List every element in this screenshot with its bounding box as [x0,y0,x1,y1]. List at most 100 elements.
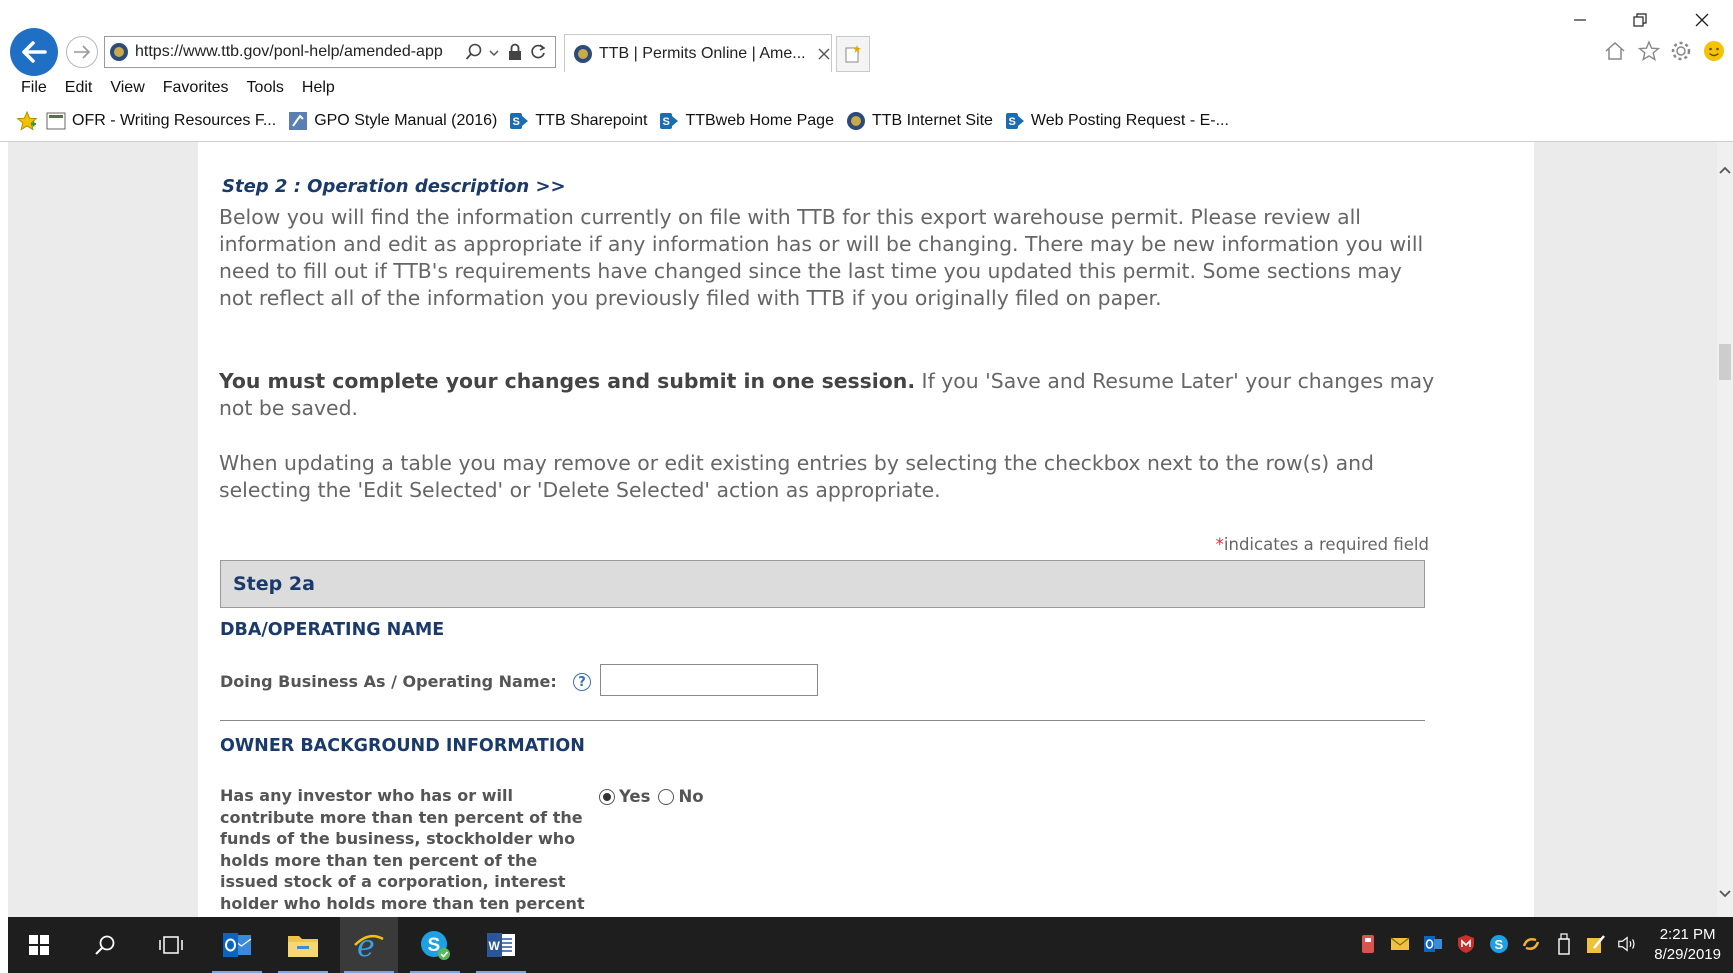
tray-volume[interactable] [1617,931,1639,957]
taskbar-word[interactable]: W [472,917,530,973]
tray-mcafee[interactable] [1455,931,1477,957]
clock-date: 8/29/2019 [1654,946,1721,963]
close-icon [1695,13,1709,27]
radio-no-label[interactable]: No [678,787,703,806]
favorite-ttb-internet-site[interactable]: TTB Internet Site [846,111,993,131]
page-content-area: Step 2 : Operation description >> Below … [198,142,1534,917]
tab-permits-online[interactable]: TTB | Permits Online | Ame... [564,34,832,72]
favorite-ttbweb-home[interactable]: S TTBweb Home Page [659,111,834,131]
forward-button[interactable] [66,36,98,68]
favorite-label: GPO Style Manual (2016) [314,112,498,129]
add-favorites-button[interactable] [16,110,38,132]
close-window-button[interactable] [1682,6,1722,34]
favorites-bar: OFR - Writing Resources F... GPO Style M… [0,108,1241,134]
tray-outlook[interactable] [1422,931,1444,957]
menu-edit[interactable]: Edit [56,76,102,100]
favorite-web-posting-request[interactable]: S Web Posting Request - E-... [1005,111,1229,131]
sync-icon [1522,938,1540,950]
feedback-button[interactable] [1701,38,1727,64]
device-icon [1558,933,1570,955]
radio-yes[interactable] [599,788,615,805]
scroll-up-icon[interactable] [1717,162,1733,178]
skype-icon: S [421,931,450,960]
favorite-ttb-sharepoint[interactable]: S TTB Sharepoint [509,111,647,131]
new-tab-icon [845,45,861,63]
task-view-button[interactable] [142,917,200,973]
required-star: * [1215,535,1224,554]
dba-field-label: Doing Business As / Operating Name: [220,672,557,691]
url-text[interactable]: https://www.ttb.gov/ponl-help/amended-ap… [135,43,465,61]
minimize-button[interactable] [1560,6,1600,34]
minimize-icon [1574,19,1586,21]
back-arrow-icon [22,41,47,63]
taskbar-skype[interactable]: S [406,917,464,973]
restore-button[interactable] [1620,6,1660,34]
dba-section-title: DBA/OPERATING NAME [220,620,445,640]
dba-name-input[interactable] [600,664,818,696]
taskbar-outlook[interactable] [208,917,266,973]
chevron-down-icon[interactable] [487,43,501,61]
radio-yes-label[interactable]: Yes [619,787,650,806]
page-viewport: Step 2 : Operation description >> Below … [8,142,1717,917]
usb-drive-icon [1362,935,1374,953]
ttb-seal-icon [846,111,866,131]
start-button[interactable] [10,917,68,973]
tray-skype[interactable]: S [1488,931,1510,957]
favorite-label: TTB Internet Site [871,112,993,129]
tools-button[interactable] [1668,38,1694,64]
favorite-gpo-style-manual[interactable]: GPO Style Manual (2016) [288,111,497,131]
new-tab-button[interactable] [836,36,870,72]
svg-text:S: S [1495,937,1504,952]
favorite-label: TTB Sharepoint [535,112,648,129]
refresh-icon[interactable] [529,43,547,61]
menu-view[interactable]: View [101,76,153,100]
address-bar[interactable]: https://www.ttb.gov/ponl-help/amended-ap… [104,36,556,68]
taskbar-file-explorer[interactable] [274,917,332,973]
svg-text:W: W [489,939,501,953]
menu-tools[interactable]: Tools [238,76,293,100]
mail-icon [1390,937,1410,950]
back-button[interactable] [10,28,58,76]
home-button[interactable] [1602,38,1628,64]
radio-no[interactable] [658,788,675,805]
close-tab-icon[interactable] [818,48,830,60]
file-explorer-icon [288,936,318,957]
internet-explorer-icon: e [354,929,384,961]
scrollbar-thumb[interactable] [1719,344,1731,380]
taskbar-internet-explorer[interactable]: e [340,917,398,973]
required-field-note: *indicates a required field [1216,535,1429,554]
tray-notes[interactable] [1585,931,1607,957]
sharepoint-icon: S [659,111,679,131]
menu-file[interactable]: File [0,76,56,100]
step-2a-title: Step 2a [233,573,315,595]
search-icon[interactable] [465,43,483,61]
shield-icon [1458,935,1474,953]
menu-help[interactable]: Help [293,76,344,100]
scroll-down-icon[interactable] [1717,886,1733,902]
notes-icon [1587,935,1605,953]
tray-mail[interactable] [1389,931,1411,957]
svg-text:S: S [1008,116,1015,128]
investor-radio-group: Yes No [599,787,704,806]
vertical-scrollbar[interactable] [1717,142,1733,917]
home-icon [1605,41,1625,60]
favorites-button[interactable] [1636,38,1662,64]
taskbar-search-button[interactable] [76,917,134,973]
ttb-seal-icon [574,44,592,63]
favorite-ofr-writing-resources[interactable]: OFR - Writing Resources F... [46,111,276,131]
help-icon[interactable]: ? [573,673,591,691]
system-clock[interactable]: 2:21 PM 8/29/2019 [1654,925,1721,965]
lock-icon[interactable] [507,43,523,61]
tab-title: TTB | Permits Online | Ame... [599,44,806,62]
browser-chrome: https://www.ttb.gov/ponl-help/amended-ap… [0,0,1733,142]
sharepoint-icon: S [509,111,529,131]
table-instructions: When updating a table you may remove or … [219,451,1374,502]
search-icon [95,935,115,955]
tray-sync[interactable] [1520,931,1542,957]
svg-text:e: e [357,929,375,961]
menu-favorites[interactable]: Favorites [154,76,238,100]
section-divider [220,720,1425,721]
tray-usb-device[interactable] [1357,931,1379,957]
gpo-icon [288,111,308,131]
tray-device[interactable] [1553,931,1575,957]
